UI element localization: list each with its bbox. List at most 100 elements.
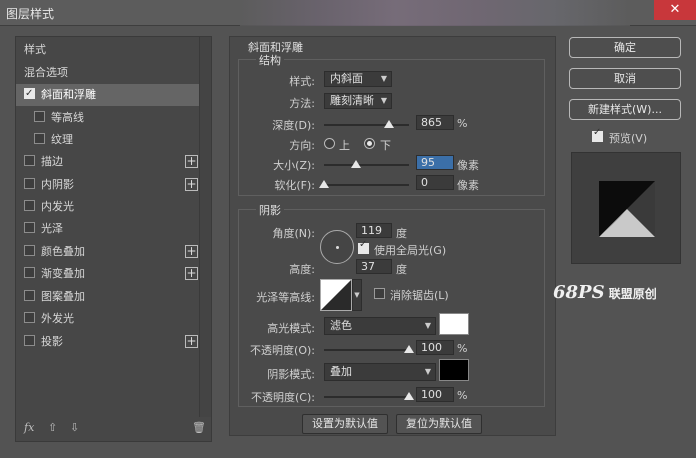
style-item[interactable]: 投影 +: [16, 331, 200, 353]
style-item[interactable]: 内发光: [16, 196, 200, 218]
make-default-button[interactable]: 设置为默认值: [302, 414, 388, 434]
chevron-down-icon: ▼: [424, 321, 431, 330]
add-icon[interactable]: +: [185, 267, 198, 280]
structure-title: 结构: [256, 52, 284, 68]
soften-slider[interactable]: [324, 184, 409, 186]
highlight-opacity-slider[interactable]: [324, 349, 409, 351]
gloss-contour-label: 光泽等高线:: [256, 291, 315, 304]
style-item-checkbox[interactable]: [24, 200, 35, 211]
add-icon[interactable]: +: [185, 178, 198, 191]
shadow-mode-label: 阴影模式:: [267, 368, 315, 381]
soften-slider-thumb[interactable]: [319, 180, 329, 188]
style-item[interactable]: 样式: [16, 39, 200, 61]
size-slider-thumb[interactable]: [351, 160, 362, 168]
style-item[interactable]: 渐变叠加 +: [16, 263, 200, 285]
style-item[interactable]: 外发光: [16, 308, 200, 330]
style-item-checkbox[interactable]: [34, 133, 45, 144]
depth-slider[interactable]: [324, 124, 409, 126]
fx-icon[interactable]: fx: [24, 421, 34, 434]
trash-icon[interactable]: 🗑: [192, 421, 206, 434]
style-item[interactable]: 光泽: [16, 218, 200, 240]
direction-down-radio[interactable]: [364, 138, 375, 149]
shadow-opacity-slider-thumb[interactable]: [404, 392, 414, 400]
shadow-mode-dropdown[interactable]: 叠加 ▼: [324, 363, 436, 381]
style-list-scrollbar[interactable]: [199, 37, 211, 417]
style-item[interactable]: 等高线: [16, 107, 200, 129]
add-icon[interactable]: +: [185, 245, 198, 258]
style-item-label: 颜色叠加: [41, 245, 85, 258]
style-item[interactable]: 斜面和浮雕: [16, 83, 200, 106]
style-item-checkbox[interactable]: [24, 335, 35, 346]
style-item-checkbox[interactable]: [24, 290, 35, 301]
chevron-down-icon: ▼: [380, 74, 387, 83]
angle-dial[interactable]: [320, 230, 354, 264]
shadow-opacity-input[interactable]: 100: [416, 387, 454, 402]
highlight-opacity-label: 不透明度(O):: [250, 344, 315, 357]
angle-input[interactable]: 119: [356, 223, 392, 238]
style-item-checkbox[interactable]: [24, 267, 35, 278]
style-item-checkbox[interactable]: [24, 222, 35, 233]
highlight-opacity-slider-thumb[interactable]: [404, 345, 414, 353]
style-item-label: 外发光: [41, 312, 74, 325]
altitude-label: 高度:: [289, 263, 315, 276]
angle-label: 角度(N):: [272, 227, 315, 240]
preview-label: 预览(V): [609, 132, 648, 145]
style-dropdown[interactable]: 内斜面 ▼: [324, 71, 392, 87]
direction-label: 方向:: [289, 139, 315, 152]
depth-label: 深度(D):: [272, 119, 315, 132]
move-up-icon[interactable]: ⇧: [48, 421, 57, 434]
add-icon[interactable]: +: [185, 155, 198, 168]
style-item[interactable]: 纹理: [16, 129, 200, 151]
size-input[interactable]: 95: [416, 155, 454, 170]
direction-up-radio[interactable]: [324, 138, 335, 149]
antialias-checkbox[interactable]: [374, 288, 385, 299]
highlight-color-swatch[interactable]: [439, 313, 469, 335]
shadow-color-swatch[interactable]: [439, 359, 469, 381]
style-item-label: 斜面和浮雕: [41, 88, 96, 101]
preview-checkbox[interactable]: [592, 127, 603, 142]
highlight-mode-dropdown[interactable]: 滤色 ▼: [324, 317, 436, 335]
style-item-checkbox[interactable]: [24, 312, 35, 323]
new-style-button[interactable]: 新建样式(W)...: [569, 99, 681, 120]
chevron-down-icon: ▼: [424, 367, 431, 376]
technique-dropdown[interactable]: 雕刻清晰 ▼: [324, 93, 392, 109]
style-item[interactable]: 混合选项: [16, 62, 200, 84]
style-item-label: 纹理: [51, 133, 73, 146]
highlight-opacity-unit: %: [457, 342, 468, 355]
style-item[interactable]: 图案叠加: [16, 286, 200, 308]
depth-input[interactable]: 865: [416, 115, 454, 130]
style-item-label: 渐变叠加: [41, 267, 85, 280]
shadow-opacity-slider[interactable]: [324, 396, 409, 398]
antialias-label: 消除锯齿(L): [390, 289, 449, 302]
style-item-checkbox[interactable]: [24, 155, 35, 166]
soften-unit: 像素: [457, 179, 479, 192]
add-icon[interactable]: +: [185, 335, 198, 348]
style-item-checkbox[interactable]: [24, 178, 35, 189]
shadow-mode-value: 叠加: [330, 365, 352, 378]
reset-default-button[interactable]: 复位为默认值: [396, 414, 482, 434]
global-light-checkbox[interactable]: [358, 239, 369, 254]
close-button[interactable]: ✕: [654, 0, 696, 20]
size-slider[interactable]: [324, 164, 409, 166]
style-item-checkbox[interactable]: [34, 111, 45, 122]
global-light-label: 使用全局光(G): [374, 244, 447, 257]
style-item[interactable]: 描边 +: [16, 151, 200, 173]
style-value: 内斜面: [330, 72, 363, 85]
style-item-checkbox[interactable]: [24, 83, 35, 105]
soften-input[interactable]: 0: [416, 175, 454, 190]
style-item-label: 混合选项: [24, 66, 68, 79]
cancel-button[interactable]: 取消: [569, 68, 681, 89]
gloss-contour-preview[interactable]: [320, 279, 352, 311]
style-item[interactable]: 颜色叠加 +: [16, 241, 200, 263]
gloss-contour-dropdown[interactable]: ▼: [352, 279, 362, 311]
chevron-down-icon: ▼: [354, 291, 360, 299]
style-item-checkbox[interactable]: [24, 245, 35, 256]
highlight-opacity-input[interactable]: 100: [416, 340, 454, 355]
move-down-icon[interactable]: ⇩: [70, 421, 79, 434]
depth-slider-thumb[interactable]: [384, 120, 395, 128]
ok-button[interactable]: 确定: [569, 37, 681, 58]
title-bar: 图层样式 ✕: [0, 0, 696, 26]
style-item[interactable]: 内阴影 +: [16, 174, 200, 196]
style-preview: [571, 152, 681, 264]
altitude-input[interactable]: 37: [356, 259, 392, 274]
